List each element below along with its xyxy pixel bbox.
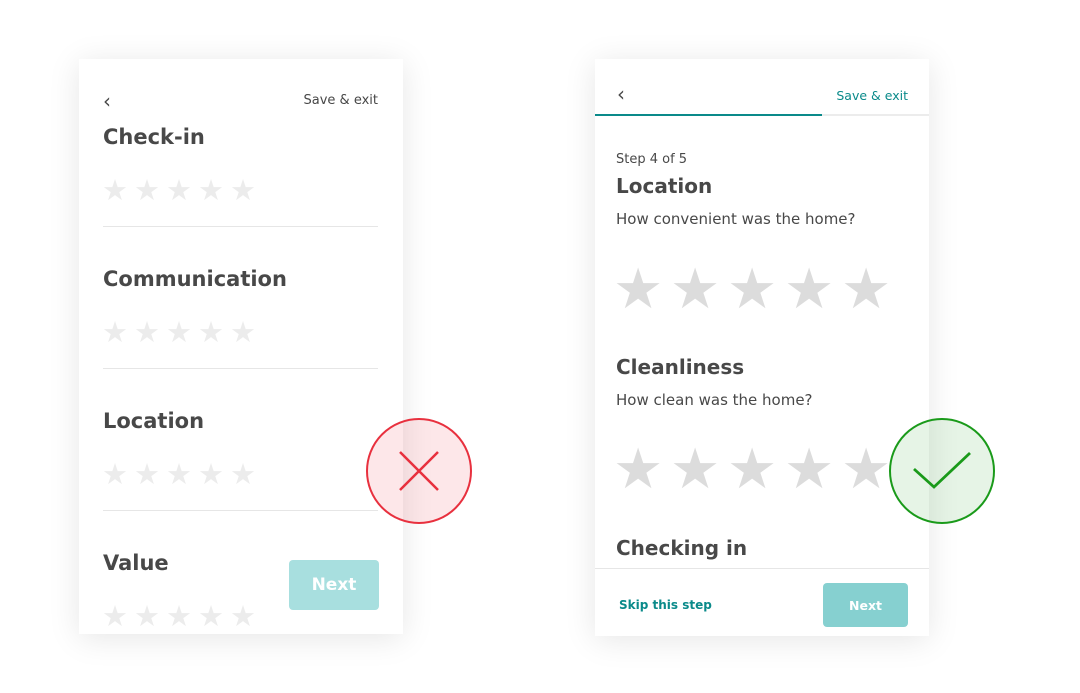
- star-icon[interactable]: ★: [102, 460, 134, 489]
- section-title: Cleanliness: [616, 355, 745, 379]
- star-icon[interactable]: ★: [198, 602, 230, 631]
- star-rating[interactable]: ★ ★ ★ ★ ★: [102, 176, 262, 205]
- star-icon[interactable]: ★: [166, 460, 198, 489]
- save-exit-link[interactable]: Save & exit: [836, 88, 908, 103]
- section-title: Communication: [103, 267, 287, 291]
- star-icon[interactable]: ★: [134, 602, 166, 631]
- checkmark-icon: [889, 418, 995, 524]
- divider: [103, 510, 378, 511]
- star-icon[interactable]: ★: [230, 176, 262, 205]
- next-button[interactable]: Next: [289, 560, 379, 610]
- section-question: How convenient was the home?: [616, 210, 856, 228]
- star-icon[interactable]: ★: [230, 318, 262, 347]
- star-icon[interactable]: ★: [198, 460, 230, 489]
- section-title: Location: [103, 409, 205, 433]
- star-icon[interactable]: ★: [727, 442, 784, 498]
- star-rating[interactable]: ★ ★ ★ ★ ★: [613, 262, 898, 318]
- star-rating[interactable]: ★ ★ ★ ★ ★: [102, 318, 262, 347]
- star-rating[interactable]: ★ ★ ★ ★ ★: [613, 442, 898, 498]
- star-icon[interactable]: ★: [841, 262, 898, 318]
- section-title: Value: [103, 551, 169, 575]
- star-icon[interactable]: ★: [784, 442, 841, 498]
- star-icon[interactable]: ★: [134, 176, 166, 205]
- divider: [103, 368, 378, 369]
- scroll-content[interactable]: Step 4 of 5 Location How convenient was …: [595, 116, 929, 568]
- star-icon[interactable]: ★: [134, 460, 166, 489]
- section-title: Location: [616, 174, 713, 198]
- divider: [103, 226, 378, 227]
- star-rating[interactable]: ★ ★ ★ ★ ★: [102, 602, 262, 631]
- star-icon[interactable]: ★: [166, 602, 198, 631]
- star-icon[interactable]: ★: [198, 318, 230, 347]
- star-rating[interactable]: ★ ★ ★ ★ ★: [102, 460, 262, 489]
- save-exit-link[interactable]: Save & exit: [304, 93, 378, 108]
- section-question: How clean was the home?: [616, 391, 813, 409]
- star-icon[interactable]: ★: [102, 318, 134, 347]
- star-icon[interactable]: ★: [166, 318, 198, 347]
- star-icon[interactable]: ★: [134, 318, 166, 347]
- back-chevron-icon[interactable]: ‹: [103, 91, 111, 111]
- star-icon[interactable]: ★: [166, 176, 198, 205]
- bad-example-card: ‹ Save & exit Check-in ★ ★ ★ ★ ★ Communicati…: [79, 59, 403, 634]
- section-title: Checking in: [616, 536, 748, 560]
- star-icon[interactable]: ★: [198, 176, 230, 205]
- star-icon[interactable]: ★: [784, 262, 841, 318]
- back-chevron-icon[interactable]: ‹: [617, 84, 625, 104]
- good-example-card: ‹ Save & exit Step 4 of 5 Location How c…: [595, 59, 929, 636]
- star-icon[interactable]: ★: [230, 602, 262, 631]
- x-icon: [366, 418, 472, 524]
- star-icon[interactable]: ★: [727, 262, 784, 318]
- section-title: Check-in: [103, 125, 205, 149]
- star-icon[interactable]: ★: [102, 176, 134, 205]
- footer-divider: [595, 568, 929, 569]
- star-icon[interactable]: ★: [670, 262, 727, 318]
- star-icon[interactable]: ★: [613, 442, 670, 498]
- next-button[interactable]: Next: [823, 583, 908, 627]
- star-icon[interactable]: ★: [670, 442, 727, 498]
- star-icon[interactable]: ★: [613, 262, 670, 318]
- star-icon[interactable]: ★: [230, 460, 262, 489]
- skip-step-link[interactable]: Skip this step: [619, 598, 712, 612]
- star-icon[interactable]: ★: [102, 602, 134, 631]
- step-indicator: Step 4 of 5: [616, 152, 688, 167]
